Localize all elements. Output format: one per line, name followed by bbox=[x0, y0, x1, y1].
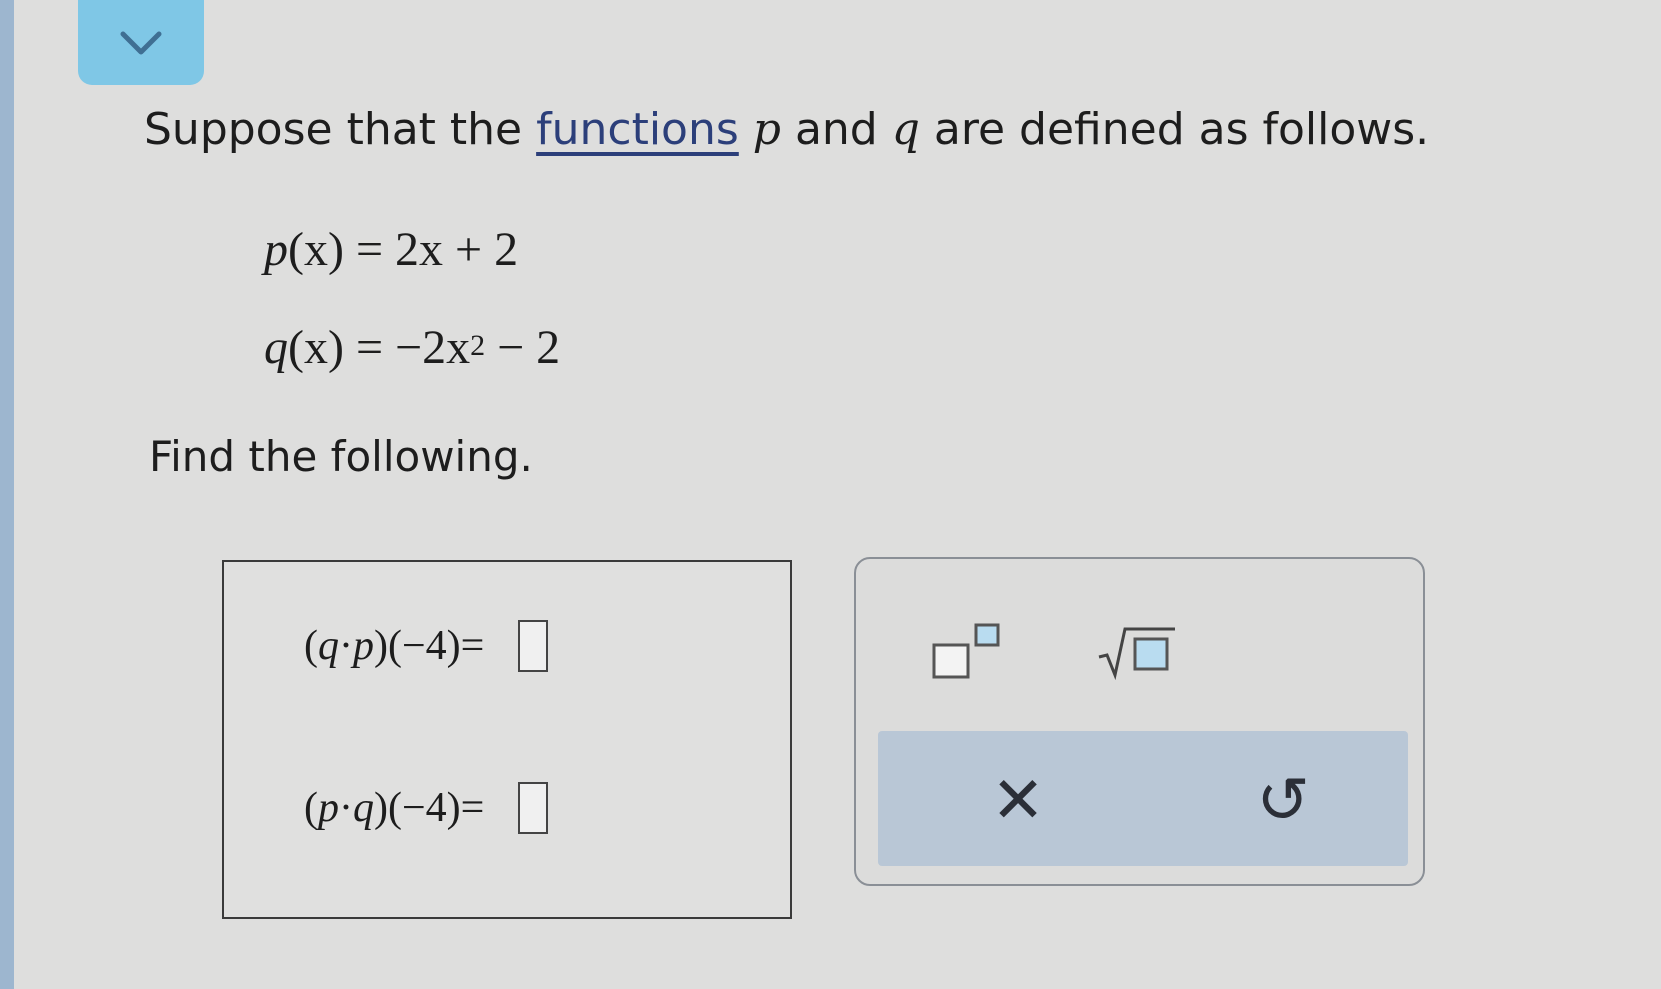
q-definition-tail: − 2 bbox=[485, 321, 561, 374]
equation-q: q(x) = −2x2 − 2 bbox=[264, 320, 560, 375]
product-dot: · bbox=[339, 785, 353, 831]
equation-p: p(x) = 2x + 2 bbox=[264, 222, 518, 277]
function-q: q bbox=[353, 785, 374, 831]
left-edge-strip bbox=[0, 0, 14, 989]
answer-row-p-times-q: (p · q)(−4) = bbox=[304, 782, 549, 834]
equals-sign: = bbox=[460, 623, 485, 669]
intro-tail: are defined as follows. bbox=[919, 104, 1430, 155]
problem-panel: Suppose that the functions p and q are d… bbox=[14, 0, 1661, 989]
answer-row-q-times-p: (q · p)(−4) = bbox=[304, 620, 549, 672]
functions-link[interactable]: functions bbox=[536, 104, 739, 155]
p-function-name: p bbox=[264, 223, 288, 276]
clear-button[interactable]: ✕ bbox=[973, 761, 1063, 841]
var-q: q bbox=[891, 104, 920, 155]
superscript-button[interactable] bbox=[921, 611, 1021, 691]
function-p: p bbox=[353, 623, 374, 669]
q-exponent: 2 bbox=[470, 329, 486, 362]
q-definition-part: (x) = −2x bbox=[288, 321, 471, 374]
find-instruction: Find the following. bbox=[149, 432, 533, 481]
paren-open: ( bbox=[304, 623, 318, 669]
intro-text: Suppose that the bbox=[144, 104, 537, 155]
var-p: p bbox=[752, 104, 781, 155]
function-q: q bbox=[318, 623, 339, 669]
chevron-down-icon bbox=[120, 31, 162, 54]
undo-button[interactable]: ↺ bbox=[1238, 761, 1328, 841]
intro-and: and bbox=[780, 104, 892, 155]
argument: )(−4) bbox=[374, 785, 461, 831]
product-dot: · bbox=[339, 623, 353, 669]
function-p: p bbox=[318, 785, 339, 831]
square-root-icon bbox=[1098, 627, 1175, 681]
math-toolbar: ✕ ↺ bbox=[854, 557, 1425, 886]
p-definition: (x) = 2x + 2 bbox=[288, 223, 519, 276]
answer-input-p-times-q[interactable] bbox=[518, 782, 549, 834]
superscript-icon bbox=[932, 623, 1000, 679]
answer-box: (q · p)(−4) = (p · q)(−4) = bbox=[222, 560, 792, 919]
q-function-name: q bbox=[264, 321, 288, 374]
problem-statement: Suppose that the functions p and q are d… bbox=[144, 104, 1429, 155]
square-root-button[interactable] bbox=[1086, 611, 1186, 691]
action-bar: ✕ ↺ bbox=[878, 731, 1408, 866]
collapse-button[interactable] bbox=[78, 0, 204, 85]
answer-input-q-times-p[interactable] bbox=[518, 620, 549, 672]
undo-icon: ↺ bbox=[1256, 764, 1310, 838]
clear-icon: ✕ bbox=[991, 764, 1045, 838]
argument: )(−4) bbox=[374, 623, 461, 669]
paren-open: ( bbox=[304, 785, 318, 831]
equals-sign: = bbox=[460, 785, 485, 831]
